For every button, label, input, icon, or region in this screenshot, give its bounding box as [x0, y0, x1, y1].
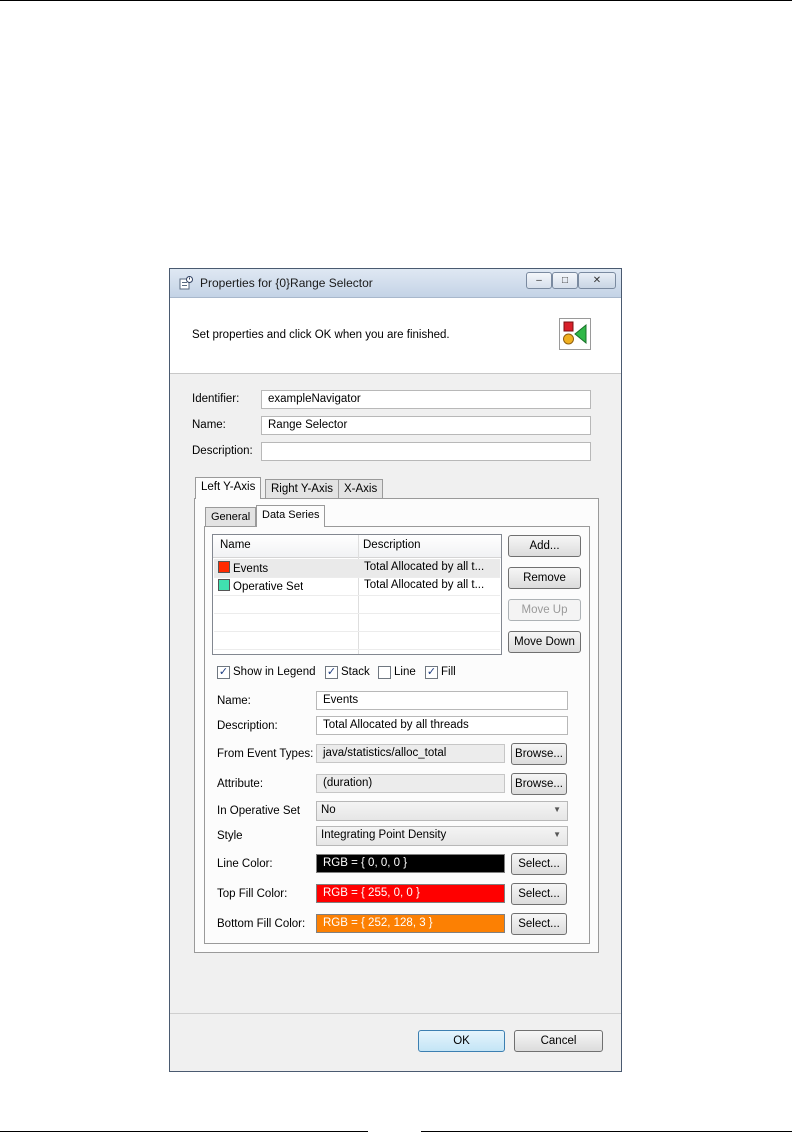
- series-description-label: Description:: [217, 720, 278, 732]
- footer-separator: [170, 1013, 621, 1014]
- series-description-field[interactable]: Total Allocated by all threads: [316, 716, 568, 735]
- line-color-swatch: RGB = { 0, 0, 0 }: [316, 854, 505, 873]
- properties-dialog: Properties for {0}Range Selector – □ ✕ S…: [169, 268, 622, 1072]
- add-button[interactable]: Add...: [508, 535, 581, 557]
- column-header-description[interactable]: Description: [363, 539, 421, 551]
- series-name-field[interactable]: Events: [316, 691, 568, 710]
- page-top-rule: [0, 0, 792, 1]
- event-types-field: java/statistics/alloc_total: [316, 744, 505, 763]
- chevron-down-icon: ▼: [553, 830, 561, 839]
- name-label: Name:: [192, 419, 226, 431]
- select-top-fill-color-button[interactable]: Select...: [511, 883, 567, 905]
- page-bottom-rule-left: [0, 1131, 368, 1132]
- style-dropdown[interactable]: Integrating Point Density ▼: [316, 826, 568, 846]
- series-name: Operative Set: [233, 581, 304, 593]
- browse-event-types-button[interactable]: Browse...: [511, 743, 567, 765]
- show-in-legend-checkbox[interactable]: ✓: [217, 666, 230, 679]
- browse-attribute-button[interactable]: Browse...: [511, 773, 567, 795]
- identifier-label: Identifier:: [192, 393, 240, 405]
- table-row-empty: [214, 595, 500, 614]
- dialog-header: Set properties and click OK when you are…: [170, 298, 621, 374]
- series-name-cell: Operative Set: [218, 579, 303, 593]
- ok-button[interactable]: OK: [418, 1030, 505, 1052]
- series-table: Name Description Events Total Allocated …: [212, 534, 502, 655]
- style-value: Integrating Point Density: [321, 829, 447, 841]
- close-button[interactable]: ✕: [578, 272, 616, 289]
- series-name-label: Name:: [217, 695, 251, 707]
- table-row-empty: [214, 613, 500, 632]
- title-bar[interactable]: Properties for {0}Range Selector – □ ✕: [170, 269, 621, 298]
- minimize-button[interactable]: –: [526, 272, 552, 289]
- fill-checkbox[interactable]: ✓: [425, 666, 438, 679]
- table-row[interactable]: Events Total Allocated by all t...: [214, 559, 500, 578]
- series-table-header: Name Description: [213, 535, 501, 558]
- select-bottom-fill-color-button[interactable]: Select...: [511, 913, 567, 935]
- series-color-swatch: [218, 561, 230, 573]
- cancel-button[interactable]: Cancel: [514, 1030, 603, 1052]
- subtab-data-series[interactable]: Data Series: [256, 505, 326, 527]
- tab-x-axis[interactable]: X-Axis: [338, 479, 384, 499]
- stack-checkbox[interactable]: ✓: [325, 666, 338, 679]
- move-up-button[interactable]: Move Up: [508, 599, 581, 621]
- column-header-name[interactable]: Name: [220, 539, 251, 551]
- bottom-fill-color-swatch: RGB = { 252, 128, 3 }: [316, 914, 505, 933]
- series-description-cell: Total Allocated by all t...: [364, 561, 485, 573]
- fill-label: Fill: [441, 666, 456, 678]
- attribute-label: Attribute:: [217, 778, 264, 790]
- bottom-fill-color-label: Bottom Fill Color:: [217, 918, 306, 930]
- top-fill-color-swatch: RGB = { 255, 0, 0 }: [316, 884, 505, 903]
- name-field[interactable]: Range Selector: [261, 416, 591, 435]
- line-label: Line: [394, 666, 416, 678]
- move-down-button[interactable]: Move Down: [508, 631, 581, 653]
- remove-button[interactable]: Remove: [508, 567, 581, 589]
- description-label: Description:: [192, 445, 253, 457]
- table-row-empty: [214, 631, 500, 650]
- stack-label: Stack: [341, 666, 370, 678]
- tab-left-y-axis[interactable]: Left Y-Axis: [195, 477, 262, 499]
- line-color-label: Line Color:: [217, 858, 273, 870]
- description-field[interactable]: [261, 442, 591, 461]
- operative-set-value: No: [321, 804, 336, 816]
- page-bottom-rule-right: [421, 1131, 792, 1132]
- line-checkbox[interactable]: [378, 666, 391, 679]
- series-description-cell: Total Allocated by all t...: [364, 579, 485, 591]
- maximize-button[interactable]: □: [552, 272, 578, 289]
- window-title: Properties for {0}Range Selector: [200, 276, 373, 290]
- range-selector-icon: [559, 318, 591, 350]
- style-label: Style: [217, 830, 243, 842]
- subtab-general[interactable]: General: [205, 507, 257, 527]
- identifier-field[interactable]: exampleNavigator: [261, 390, 591, 409]
- select-line-color-button[interactable]: Select...: [511, 853, 567, 875]
- series-color-swatch: [218, 579, 230, 591]
- series-name-cell: Events: [218, 561, 268, 575]
- top-fill-color-label: Top Fill Color:: [217, 888, 288, 900]
- header-instructions: Set properties and click OK when you are…: [192, 329, 450, 341]
- tab-right-y-axis[interactable]: Right Y-Axis: [265, 479, 340, 499]
- series-name: Events: [233, 563, 269, 575]
- event-types-label: From Event Types:: [217, 748, 314, 760]
- chevron-down-icon: ▼: [553, 805, 561, 814]
- attribute-field: (duration): [316, 774, 505, 793]
- app-icon: [179, 276, 193, 290]
- table-row[interactable]: Operative Set Total Allocated by all t..…: [214, 577, 500, 596]
- operative-set-dropdown[interactable]: No ▼: [316, 801, 568, 821]
- operative-set-label: In Operative Set: [217, 805, 301, 817]
- show-in-legend-label: Show in Legend: [233, 666, 316, 678]
